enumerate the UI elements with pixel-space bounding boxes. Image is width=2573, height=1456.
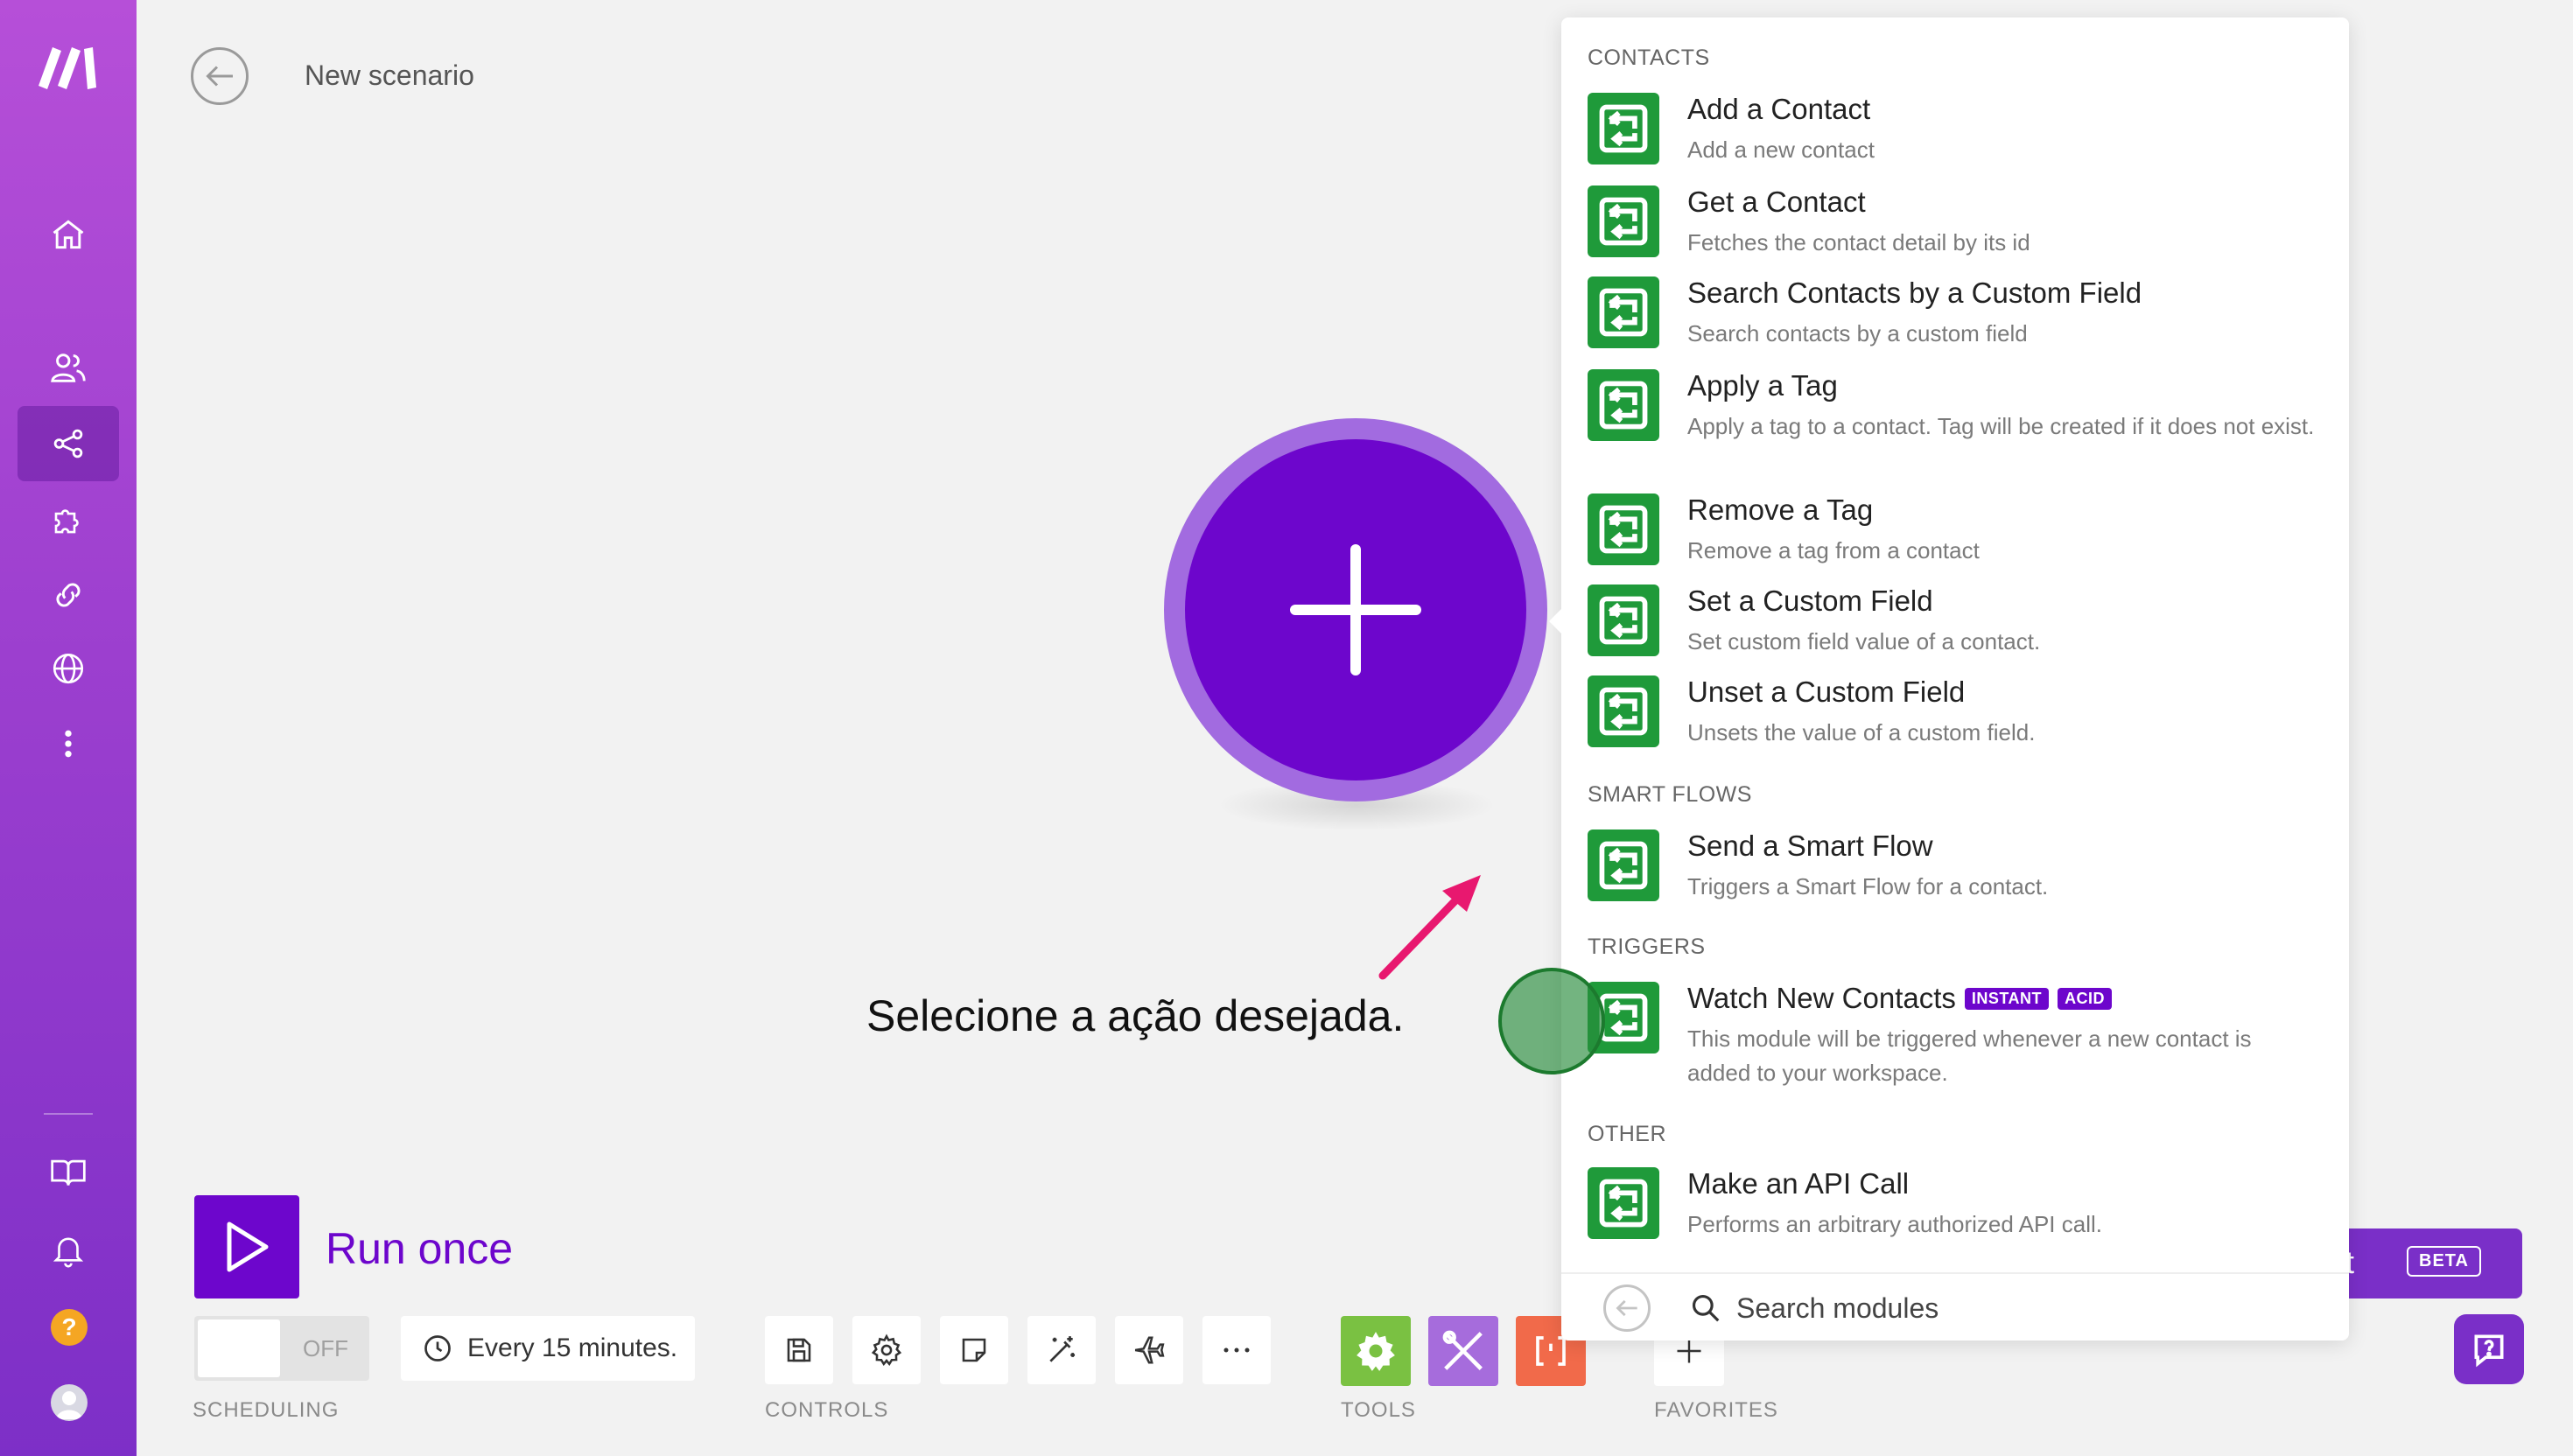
tool-tools-button[interactable] [1428, 1316, 1498, 1386]
globe-icon[interactable] [44, 644, 93, 693]
annotation-text: Selecione a ação desejada. [866, 991, 1405, 1040]
tools-label: TOOLS [1341, 1398, 1416, 1422]
app-icon [1588, 584, 1659, 656]
module-description: Fetches the contact detail by its id [1687, 229, 2030, 256]
click-marker [1498, 968, 1605, 1074]
module-description: Performs an arbitrary authorized API cal… [1687, 1211, 2102, 1237]
gear-icon [1357, 1332, 1395, 1371]
save-icon [787, 1338, 811, 1362]
save-button[interactable] [765, 1316, 833, 1384]
more-horizontal-icon [1223, 1348, 1250, 1353]
explain-flow-button[interactable] [1115, 1316, 1183, 1384]
section-title-contacts: CONTACTS [1588, 46, 1710, 70]
team-icon[interactable] [44, 343, 93, 392]
module-title: Watch New Contacts INSTANT ACID [1687, 982, 2113, 1015]
module-description: Unsets the value of a custom field. [1687, 719, 2036, 746]
more-vertical-icon[interactable] [44, 719, 93, 768]
favorites-label: FAVORITES [1654, 1398, 1778, 1422]
settings-button[interactable] [852, 1316, 921, 1384]
back-button[interactable] [191, 47, 249, 105]
arrow-left-icon [1616, 1299, 1637, 1317]
play-icon [227, 1222, 269, 1272]
note-icon [962, 1338, 986, 1362]
module-description: Set custom field value of a contact. [1687, 628, 2041, 654]
panel-back-button[interactable] [1603, 1284, 1651, 1332]
section-title-smart-flows: SMART FLOWS [1588, 782, 1752, 807]
module-title: Get a Contact [1687, 186, 1866, 218]
module-description: This module will be triggered whenever a… [1687, 1026, 2252, 1086]
app-icon [1588, 494, 1659, 565]
app-icon [1588, 93, 1659, 164]
search-modules-input[interactable] [1736, 1286, 2296, 1330]
module-title: Make an API Call [1687, 1167, 1910, 1200]
run-once-button[interactable] [194, 1195, 299, 1298]
panel-footer [1561, 1272, 2349, 1340]
module-title: Search Contacts by a Custom Field [1687, 276, 2142, 309]
gear-icon [871, 1334, 902, 1366]
module-title: Apply a Tag [1687, 369, 1838, 402]
tool-flow-control-button[interactable] [1341, 1316, 1411, 1386]
airplane-icon [1134, 1336, 1165, 1364]
section-title-other: OTHER [1588, 1122, 1666, 1146]
page-title[interactable]: New scenario [305, 60, 474, 92]
app-icon [1588, 1167, 1659, 1239]
app-icon [1588, 186, 1659, 257]
controls-label: CONTROLS [765, 1398, 889, 1422]
module-description: Add a new contact [1687, 136, 1875, 163]
avatar[interactable] [51, 1384, 88, 1421]
auto-align-button[interactable] [1027, 1316, 1096, 1384]
plus-icon [1290, 544, 1421, 676]
module-title: Unset a Custom Field [1687, 676, 1966, 708]
module-title: Send a Smart Flow [1687, 830, 1933, 862]
module-description: Remove a tag from a contact [1687, 537, 1980, 564]
scheduling-toggle[interactable]: OFF [194, 1316, 369, 1381]
sidebar-divider [44, 1113, 93, 1115]
chat-help-icon [2474, 1334, 2504, 1368]
panel-pointer [1549, 609, 1561, 634]
bell-icon[interactable] [44, 1225, 93, 1274]
magic-wand-icon [1049, 1336, 1076, 1362]
module-description: Apply a tag to a contact. Tag will be cr… [1687, 413, 2315, 439]
scenarios-share-icon[interactable] [44, 419, 93, 468]
toggle-state: OFF [303, 1335, 348, 1362]
home-icon[interactable] [44, 210, 93, 259]
help-icon[interactable]: ? [51, 1309, 88, 1346]
run-once-label[interactable]: Run once [326, 1223, 513, 1274]
beta-badge: BETA [2407, 1246, 2481, 1277]
book-icon[interactable] [44, 1148, 93, 1197]
clock-icon [424, 1335, 451, 1362]
module-title: Remove a Tag [1687, 494, 1874, 526]
module-picker-panel: CONTACTS Add a Contact Add a new contact… [1549, 18, 2349, 1340]
toggle-knob [198, 1320, 280, 1377]
sidebar: ? [0, 0, 137, 1456]
search-icon [1692, 1294, 1720, 1322]
annotation-arrow-icon [1378, 875, 1481, 980]
wrench-screwdriver-icon [1442, 1330, 1483, 1370]
app-icon [1588, 276, 1659, 348]
make-logo-icon[interactable] [35, 42, 102, 91]
puzzle-icon[interactable] [44, 495, 93, 544]
chat-support-button[interactable] [2454, 1314, 2524, 1384]
module-description: Search contacts by a custom field [1687, 320, 2028, 346]
acid-badge: ACID [2058, 987, 2113, 1010]
section-title-triggers: TRIGGERS [1588, 934, 1706, 959]
module-title: Add a Contact [1687, 93, 1871, 125]
instant-badge: INSTANT [1964, 987, 2050, 1010]
app-icon [1588, 369, 1659, 441]
notes-button[interactable] [940, 1316, 1008, 1384]
module-title: Set a Custom Field [1687, 584, 1933, 617]
schedule-text: Every 15 minutes. [467, 1334, 678, 1362]
schedule-selector[interactable]: Every 15 minutes. [401, 1316, 695, 1381]
link-icon[interactable] [44, 570, 93, 620]
add-module-button[interactable] [1185, 439, 1526, 780]
module-description: Triggers a Smart Flow for a contact. [1687, 873, 2049, 900]
app-icon [1588, 676, 1659, 747]
scheduling-label: SCHEDULING [193, 1398, 340, 1422]
more-controls-button[interactable] [1202, 1316, 1271, 1384]
app-icon [1588, 830, 1659, 901]
